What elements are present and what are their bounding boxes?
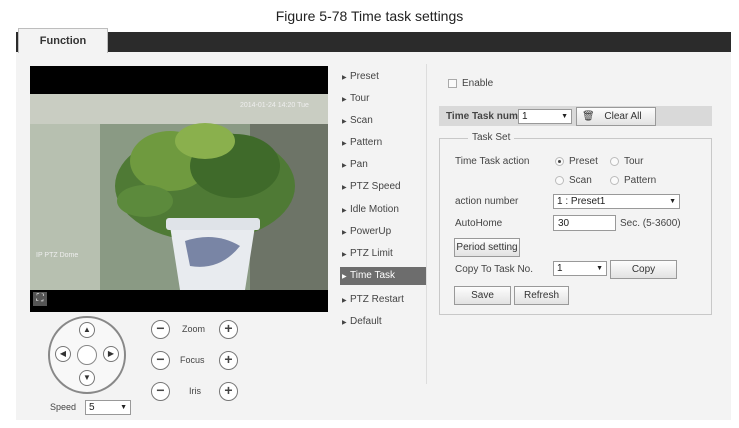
menu-item-idle-motion[interactable]: ▶ Idle Motion <box>340 201 426 219</box>
autohome-range: Sec. (5-3600) <box>620 218 681 229</box>
menu-item-time-task[interactable]: ▶ Time Task <box>340 267 426 285</box>
trash-icon: 🗑 <box>582 111 595 122</box>
pan-down-button[interactable]: ▼ <box>79 370 95 386</box>
copy-to-task-label: Copy To Task No. <box>455 264 534 275</box>
menu-item-ptz-speed[interactable]: ▶ PTZ Speed <box>340 178 426 196</box>
menu-item-label: Tour <box>350 93 370 104</box>
focus-near-button[interactable]: − <box>151 351 170 370</box>
menu-arrow-icon: ▶ <box>342 274 347 280</box>
menu-item-pattern[interactable]: ▶ Pattern <box>340 134 426 152</box>
menu-arrow-icon: ▶ <box>342 320 347 326</box>
fullscreen-button[interactable]: ⛶ <box>33 292 47 306</box>
chevron-down-icon: ▼ <box>669 198 676 205</box>
menu-divider <box>426 64 427 384</box>
chevron-down-icon: ▼ <box>596 265 603 272</box>
ptz-center-button[interactable] <box>77 345 97 365</box>
action-pattern-radio[interactable] <box>610 176 619 185</box>
action-tour-radio[interactable] <box>610 157 619 166</box>
menu-arrow-icon: ▶ <box>342 185 347 191</box>
menu-item-label: PowerUp <box>350 226 392 237</box>
menu-arrow-icon: ▶ <box>342 252 347 258</box>
action-number-value: 1 : Preset1 <box>557 196 606 207</box>
time-task-num-select[interactable]: 1 ▼ <box>518 109 572 124</box>
menu-item-ptz-restart[interactable]: ▶ PTZ Restart <box>340 291 426 309</box>
menu-item-ptz-limit[interactable]: ▶ PTZ Limit <box>340 245 426 263</box>
iris-label: Iris <box>189 386 201 396</box>
action-pattern-label: Pattern <box>624 175 657 186</box>
action-number-label: action number <box>455 196 519 207</box>
action-preset-radio[interactable] <box>555 157 564 166</box>
menu-arrow-icon: ▶ <box>342 298 347 304</box>
zoom-out-button[interactable]: − <box>151 320 170 339</box>
iris-open-button[interactable]: + <box>219 382 238 401</box>
osd-timestamp: 2014-01-24 14:20 Tue <box>240 102 309 109</box>
zoom-in-button[interactable]: + <box>219 320 238 339</box>
menu-item-scan[interactable]: ▶ Scan <box>340 112 426 130</box>
period-setting-button[interactable]: Period setting <box>454 238 520 257</box>
time-task-action-label: Time Task action <box>455 156 530 167</box>
time-task-num-value: 1 <box>522 111 528 122</box>
refresh-button[interactable]: Refresh <box>514 286 569 305</box>
menu-arrow-icon: ▶ <box>342 163 347 169</box>
menu-item-label: Default <box>350 316 382 327</box>
menu-item-label: Scan <box>350 115 373 126</box>
copy-to-task-value: 1 <box>557 263 563 274</box>
autohome-input[interactable] <box>553 215 616 231</box>
menu-item-label: Idle Motion <box>350 204 399 215</box>
menu-item-label: PTZ Speed <box>350 181 401 192</box>
chevron-down-icon: ▼ <box>120 404 127 411</box>
pan-left-button[interactable]: ◀ <box>55 346 71 362</box>
menu-item-label: Preset <box>350 71 379 82</box>
menu-item-label: Pan <box>350 159 368 170</box>
menu-item-tour[interactable]: ▶ Tour <box>340 90 426 108</box>
pan-up-button[interactable]: ▲ <box>79 322 95 338</box>
speed-value: 5 <box>89 402 95 413</box>
menu-item-label: Pattern <box>350 137 383 148</box>
menu-item-label: Time Task <box>350 270 396 281</box>
osd-camera-name: IP PTZ Dome <box>36 252 79 259</box>
action-scan-radio[interactable] <box>555 176 564 185</box>
clear-all-button[interactable]: 🗑 Clear All <box>576 107 656 126</box>
menu-item-label: PTZ Restart <box>350 294 404 305</box>
tab-function[interactable]: Function <box>18 28 108 53</box>
focus-label: Focus <box>180 355 205 365</box>
time-task-num-label: Time Task num <box>446 111 518 122</box>
action-scan-label: Scan <box>569 175 592 186</box>
copy-to-task-select[interactable]: 1 ▼ <box>553 261 607 276</box>
chevron-down-icon: ▼ <box>561 113 568 120</box>
focus-far-button[interactable]: + <box>219 351 238 370</box>
clear-all-label: Clear All <box>604 111 642 122</box>
pan-right-button[interactable]: ▶ <box>103 346 119 362</box>
menu-item-default[interactable]: ▶ Default <box>340 313 426 331</box>
menu-arrow-icon: ▶ <box>342 230 347 236</box>
task-set-legend: Task Set <box>468 132 515 143</box>
zoom-label: Zoom <box>182 324 206 334</box>
menu-arrow-icon: ▶ <box>342 75 347 81</box>
menu-item-label: PTZ Limit <box>350 248 393 259</box>
menu-arrow-icon: ▶ <box>342 141 347 147</box>
save-button[interactable]: Save <box>454 286 511 305</box>
menu-item-pan[interactable]: ▶ Pan <box>340 156 426 174</box>
enable-label: Enable <box>462 78 494 89</box>
enable-checkbox[interactable] <box>448 79 457 88</box>
action-number-select[interactable]: 1 : Preset1 ▼ <box>553 194 680 209</box>
iris-close-button[interactable]: − <box>151 382 170 401</box>
menu-item-preset[interactable]: ▶ Preset <box>340 68 426 86</box>
menu-arrow-icon: ▶ <box>342 119 347 125</box>
speed-label: Speed <box>50 402 77 412</box>
menu-item-powerup[interactable]: ▶ PowerUp <box>340 223 426 241</box>
copy-button[interactable]: Copy <box>610 260 677 279</box>
action-tour-label: Tour <box>624 156 644 167</box>
autohome-label: AutoHome <box>455 218 503 229</box>
menu-arrow-icon: ▶ <box>342 208 347 214</box>
menu-arrow-icon: ▶ <box>342 97 347 103</box>
action-preset-label: Preset <box>569 156 598 167</box>
tab-bar <box>16 32 731 52</box>
speed-select[interactable]: 5 ▼ <box>85 400 131 415</box>
figure-caption: Figure 5-78 Time task settings <box>275 8 464 24</box>
